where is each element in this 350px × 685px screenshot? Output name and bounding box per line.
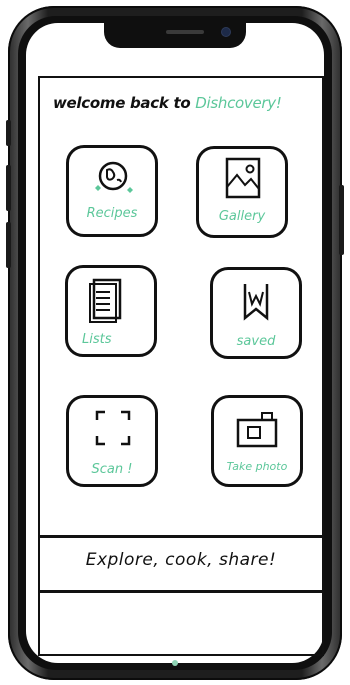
saved-tile[interactable]: saved <box>210 267 302 359</box>
recipes-label: Recipes <box>86 206 138 221</box>
lists-tile[interactable]: Lists <box>65 265 157 357</box>
recipes-tile[interactable]: Recipes <box>66 145 158 237</box>
globe-icon <box>95 161 133 193</box>
welcome-text: welcome back to <box>53 94 191 112</box>
welcome-header: welcome back to Dishcovery! <box>53 94 323 116</box>
scan-label: Scan ! <box>91 462 133 477</box>
phone-mockup: welcome back to Dishcovery! Recipes Gall… <box>0 0 350 685</box>
footer-divider-bottom <box>38 590 324 593</box>
image-icon <box>225 157 261 199</box>
front-camera <box>222 28 230 36</box>
camera-icon <box>236 412 278 448</box>
saved-label: saved <box>236 334 276 349</box>
gallery-label: Gallery <box>218 209 266 224</box>
volume-down-button <box>6 222 11 268</box>
scan-icon <box>95 410 131 446</box>
gallery-tile[interactable]: Gallery <box>196 146 288 238</box>
tagline: Explore, cook, share! <box>85 550 277 570</box>
footer-divider-top <box>38 535 324 538</box>
home-indicator <box>172 660 178 666</box>
power-button <box>339 185 344 255</box>
take-photo-tile[interactable]: Take photo <box>211 395 303 487</box>
mute-switch <box>6 120 11 146</box>
take-photo-label: Take photo <box>226 460 288 473</box>
speaker-grille <box>166 30 204 34</box>
scan-tile[interactable]: Scan ! <box>66 395 158 487</box>
list-icon <box>89 278 122 323</box>
lists-label: Lists <box>82 332 112 347</box>
brand-name: Dishcovery! <box>195 94 282 112</box>
volume-up-button <box>6 165 11 211</box>
bookmark-icon <box>243 284 269 321</box>
